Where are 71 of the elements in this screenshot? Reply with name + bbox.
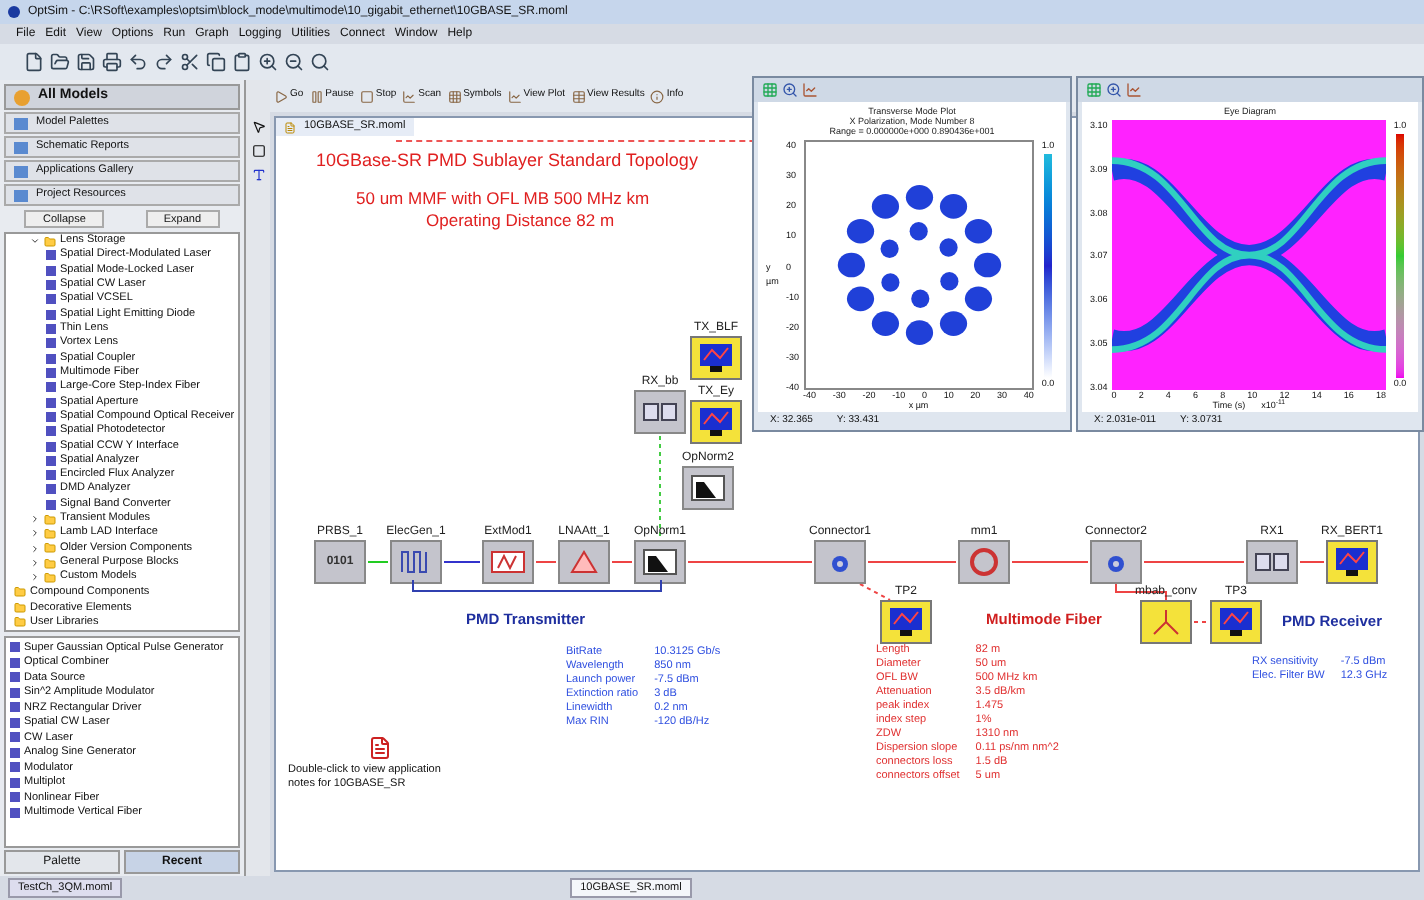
collapsed-icon[interactable]: [30, 514, 40, 525]
signal-wire: [1011, 561, 1089, 563]
signal-wire: [659, 435, 661, 541]
open-folder-icon[interactable]: [50, 52, 70, 72]
collapsed-icon[interactable]: [30, 543, 40, 554]
monitor-icon: [1216, 606, 1256, 638]
model-block[interactable]: [634, 390, 686, 434]
signal-wire: [443, 561, 481, 563]
chart-icon[interactable]: [1126, 82, 1142, 98]
schematic-subtitle: 50 um MMF with OFL MB 500 MHz km: [356, 186, 650, 212]
folder-icon: [44, 235, 56, 248]
signal-wire: [535, 561, 557, 563]
signal-wire: [1299, 561, 1325, 563]
model-block[interactable]: [682, 466, 734, 510]
model-block[interactable]: [1326, 540, 1378, 584]
redo-icon[interactable]: [154, 52, 174, 72]
stop-icon: [359, 89, 374, 103]
rectangle-icon[interactable]: [251, 144, 265, 158]
model-block[interactable]: [1210, 600, 1262, 644]
collapsed-icon[interactable]: [30, 572, 40, 583]
step-curve-icon: [640, 546, 680, 578]
text-icon[interactable]: [251, 168, 265, 182]
model-block[interactable]: [1246, 540, 1298, 584]
pause-icon: [309, 89, 324, 103]
grid-icon: [447, 89, 462, 103]
schematic-subtitle: Operating Distance 82 m: [426, 208, 615, 234]
print-icon[interactable]: [102, 52, 122, 72]
play-icon: [274, 89, 288, 103]
model-block[interactable]: [690, 400, 742, 444]
chart-icon: [507, 89, 522, 103]
monitor-icon: [1332, 546, 1372, 578]
save-icon[interactable]: [76, 52, 96, 72]
model-block[interactable]: [690, 336, 742, 380]
expanded-icon[interactable]: [30, 236, 40, 247]
signal-wire: [367, 561, 389, 563]
step-curve-icon: [688, 472, 728, 504]
signal-wire: [687, 561, 813, 563]
collapsed-icon[interactable]: [30, 528, 40, 539]
new-file-icon[interactable]: [24, 52, 44, 72]
paste-icon[interactable]: [232, 52, 252, 72]
fiber-coil-icon: [964, 546, 1004, 578]
collapsed-icon[interactable]: [30, 558, 40, 569]
signal-wire: [611, 561, 633, 563]
models-icon: [14, 89, 30, 105]
pointer-icon[interactable]: [251, 120, 265, 134]
copy-icon[interactable]: [206, 52, 226, 72]
model-block[interactable]: [634, 540, 686, 584]
modulator-icon: [488, 546, 528, 578]
search-icon[interactable]: [310, 52, 330, 72]
signal-wire: [1143, 561, 1245, 563]
pdf-document-icon[interactable]: [368, 736, 392, 760]
zoom-in-icon[interactable]: [1106, 82, 1122, 98]
zoom-in-icon[interactable]: [258, 52, 278, 72]
monitor-icon: [696, 406, 736, 438]
monitor-icon: [886, 606, 926, 638]
signal-wire: [859, 583, 891, 601]
zoom-in-icon[interactable]: [782, 82, 798, 98]
document-icon: [284, 121, 296, 133]
table-icon: [571, 89, 586, 103]
app-icon: [8, 6, 20, 18]
info-icon: [650, 89, 665, 103]
cut-icon[interactable]: [180, 52, 200, 72]
signal-wire: [867, 561, 957, 563]
zoom-out-icon[interactable]: [284, 52, 304, 72]
model-block[interactable]: [880, 600, 932, 644]
monitor-icon: [696, 342, 736, 374]
undo-icon[interactable]: [128, 52, 148, 72]
chart-icon: [402, 89, 417, 103]
schematic-title: 10GBase-SR PMD Sublayer Standard Topology: [316, 148, 698, 174]
signal-wire: [1193, 621, 1209, 623]
chart-icon[interactable]: [802, 82, 818, 98]
